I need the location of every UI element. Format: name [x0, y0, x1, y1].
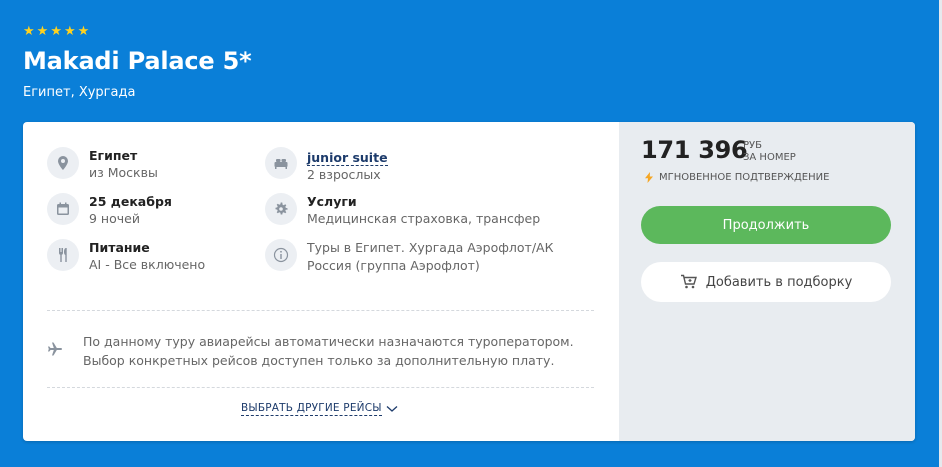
tour-operator-line1: Туры в Египет. Хургада Аэрофлот/АК — [307, 240, 554, 255]
price-per-label: ЗА НОМЕР — [743, 152, 796, 163]
instant-confirmation: МГНОВЕННОЕ ПОДТВЕРЖДЕНИЕ — [645, 172, 829, 183]
add-to-selection-label[interactable]: Добавить в подборку — [706, 275, 853, 290]
destination-country: Египет — [89, 148, 138, 163]
add-to-selection-button[interactable]: Добавить в подборку — [641, 262, 891, 302]
flights-note: По данному туру авиарейсы автоматически … — [83, 332, 603, 370]
meal-plan: AI - Все включено — [89, 257, 206, 272]
star-rating: ★ ★ ★ ★ ★ — [23, 25, 89, 39]
tour-details: Египет из Москвы 25 декабря 9 ночей Пита… — [23, 122, 619, 441]
departure-date: 25 декабря — [89, 194, 172, 209]
room-info: junior suite 2 взрослых — [265, 147, 388, 184]
star-icon: ★ — [50, 24, 62, 39]
guests-count: 2 взрослых — [307, 167, 381, 182]
star-icon: ★ — [63, 24, 76, 39]
hotel-location: Египет, Хургада — [23, 85, 136, 100]
choose-other-flights-link[interactable]: ВЫБРАТЬ ДРУГИЕ РЕЙСЫ — [241, 402, 398, 416]
continue-button[interactable]: Продолжить — [641, 206, 891, 244]
star-icon: ★ — [36, 24, 49, 39]
lightning-icon — [645, 172, 653, 183]
divider — [47, 310, 594, 311]
departure-city: из Москвы — [89, 165, 158, 180]
calendar-icon — [47, 193, 79, 225]
flights-note-line2: Выбор конкретных рейсов доступен только … — [83, 353, 555, 368]
choose-other-flights-label[interactable]: ВЫБРАТЬ ДРУГИЕ РЕЙСЫ — [241, 402, 382, 416]
hotel-name: Makadi Palace 5* — [23, 47, 252, 75]
meal-title: Питание — [89, 240, 150, 255]
flights-note-line1: По данному туру авиарейсы автоматически … — [83, 334, 574, 349]
star-icon: ★ — [77, 24, 90, 39]
nights-count: 9 ночей — [89, 211, 140, 226]
cart-icon — [680, 274, 697, 289]
bed-icon — [265, 147, 297, 179]
gear-icon — [265, 193, 297, 225]
chevron-down-icon — [386, 406, 398, 412]
fork-knife-icon — [47, 239, 79, 271]
room-type-link[interactable]: junior suite — [307, 150, 388, 166]
price-currency: РУБ ЗА НОМЕР — [743, 140, 796, 164]
currency-label: РУБ — [743, 140, 762, 151]
star-icon: ★ — [23, 24, 35, 39]
price-panel: 171 396 РУБ ЗА НОМЕР МГНОВЕННОЕ ПОДТВЕРЖ… — [619, 122, 915, 441]
airplane-icon — [47, 341, 63, 361]
divider — [47, 387, 594, 388]
tour-operator-info: Туры в Египет. Хургада Аэрофлот/АК Росси… — [265, 239, 553, 275]
date-info: 25 декабря 9 ночей — [47, 193, 172, 228]
instant-confirmation-label: МГНОВЕННОЕ ПОДТВЕРЖДЕНИЕ — [659, 172, 830, 183]
meal-info: Питание AI - Все включено — [47, 239, 205, 274]
tour-operator-line2: Россия (группа Аэрофлот) — [307, 258, 480, 273]
destination-info: Египет из Москвы — [47, 147, 158, 182]
location-pin-icon — [47, 147, 79, 179]
services-title: Услуги — [307, 194, 357, 209]
tour-price: 171 396 — [641, 136, 748, 164]
services-info: Услуги Медицинская страховка, трансфер — [265, 193, 540, 228]
services-list: Медицинская страховка, трансфер — [307, 211, 541, 226]
tour-card: Египет из Москвы 25 декабря 9 ночей Пита… — [23, 122, 915, 441]
info-icon — [265, 239, 297, 271]
